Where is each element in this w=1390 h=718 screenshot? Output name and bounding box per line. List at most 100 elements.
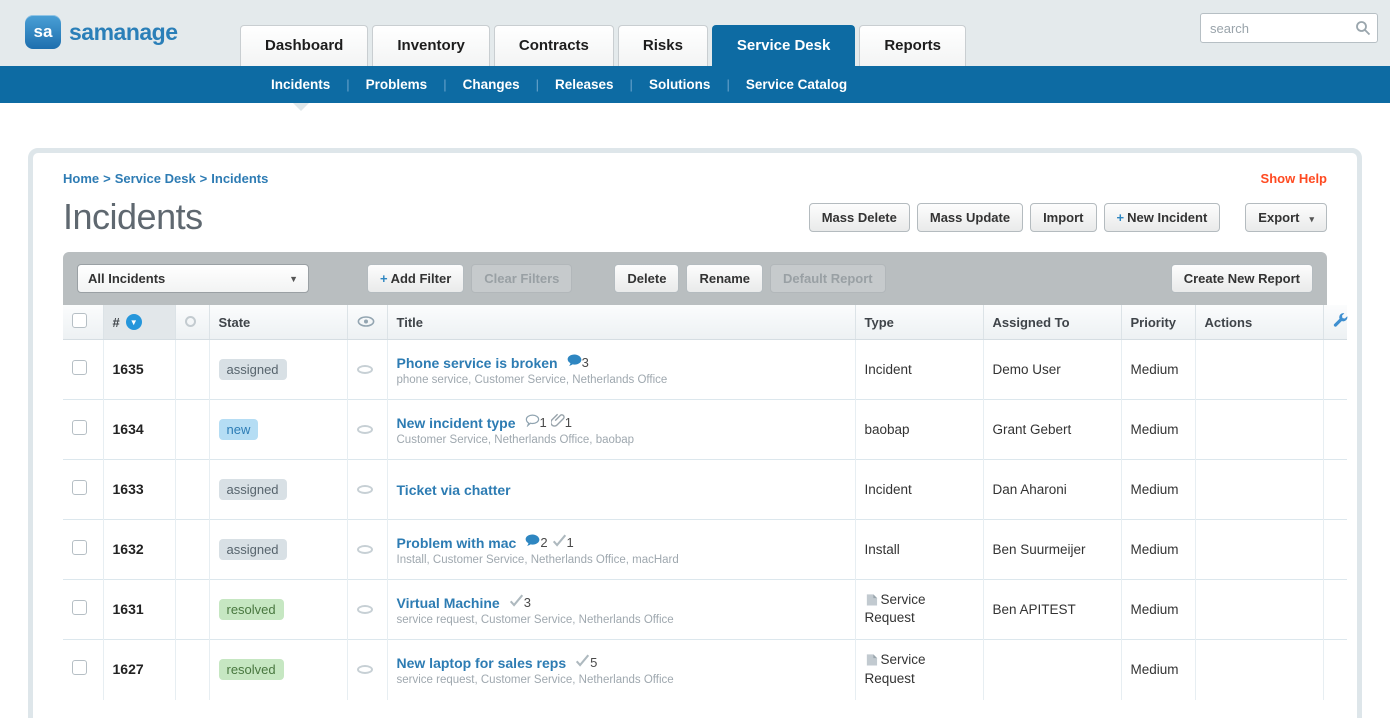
- watch-toggle-icon[interactable]: [357, 665, 373, 674]
- search-input[interactable]: [1200, 13, 1378, 43]
- incidents-table-body: 1635 assigned Phone service is broken 3 …: [63, 340, 1347, 700]
- incident-title-link[interactable]: Phone service is broken: [397, 355, 558, 371]
- priority-value: Medium: [1131, 602, 1179, 617]
- row-checkbox[interactable]: [72, 480, 87, 495]
- comment-outline-icon: [525, 414, 540, 427]
- column-assigned-to[interactable]: Assigned To: [983, 305, 1121, 340]
- select-all-checkbox[interactable]: [72, 313, 87, 328]
- rename-report-button[interactable]: Rename: [686, 264, 763, 293]
- row-checkbox[interactable]: [72, 420, 87, 435]
- incident-number: 1635: [113, 361, 144, 377]
- tab-dashboard[interactable]: Dashboard: [240, 25, 368, 66]
- breadcrumb-home[interactable]: Home: [63, 171, 99, 186]
- import-button[interactable]: Import: [1030, 203, 1096, 232]
- filter-select[interactable]: All Incidents ▼: [77, 264, 309, 293]
- title-icons: 3: [505, 594, 531, 612]
- subnav-solutions[interactable]: Solutions: [633, 66, 727, 103]
- incident-number: 1631: [113, 601, 144, 617]
- tab-risks[interactable]: Risks: [618, 25, 708, 66]
- filter-toolbar: All Incidents ▼ +Add Filter Clear Filter…: [63, 252, 1327, 305]
- row-checkbox[interactable]: [72, 540, 87, 555]
- watch-toggle-icon[interactable]: [357, 485, 373, 494]
- delete-report-button[interactable]: Delete: [614, 264, 679, 293]
- tab-reports[interactable]: Reports: [859, 25, 966, 66]
- new-incident-button[interactable]: +New Incident: [1104, 203, 1221, 232]
- state-badge: resolved: [219, 659, 284, 680]
- incidents-table: # ▼ State Title Type Assigned To Priority…: [63, 305, 1347, 700]
- wrench-cell: [1323, 460, 1347, 520]
- check-icon: [575, 654, 590, 667]
- tab-contracts[interactable]: Contracts: [494, 25, 614, 66]
- tab-inventory[interactable]: Inventory: [372, 25, 490, 66]
- page-title: Incidents: [63, 196, 203, 238]
- wrench-cell: [1323, 580, 1347, 640]
- title-icons: 5: [571, 654, 597, 672]
- column-state[interactable]: State: [209, 305, 347, 340]
- app-header: sa samanage Dashboard Inventory Contract…: [0, 0, 1390, 66]
- show-help-link[interactable]: Show Help: [1261, 171, 1327, 186]
- column-actions: Actions: [1195, 305, 1323, 340]
- paperclip-icon: [551, 413, 565, 427]
- column-title[interactable]: Title: [387, 305, 855, 340]
- watch-toggle-icon[interactable]: [357, 425, 373, 434]
- service-request-icon: [865, 593, 878, 611]
- table-row: 1635 assigned Phone service is broken 3 …: [63, 340, 1347, 400]
- table-row: 1633 assigned Ticket via chatter Inciden…: [63, 460, 1347, 520]
- subnav-service-catalog[interactable]: Service Catalog: [730, 66, 863, 103]
- incident-title-link[interactable]: Virtual Machine: [397, 595, 500, 611]
- create-new-report-button[interactable]: Create New Report: [1171, 264, 1313, 293]
- row-checkbox[interactable]: [72, 360, 87, 375]
- column-priority[interactable]: Priority: [1121, 305, 1195, 340]
- incident-title-link[interactable]: New laptop for sales reps: [397, 655, 567, 671]
- search-box: [1200, 13, 1378, 43]
- wrench-cell: [1323, 400, 1347, 460]
- export-button[interactable]: Export▾: [1245, 203, 1327, 232]
- sort-desc-icon[interactable]: ▼: [126, 314, 142, 330]
- row-checkbox[interactable]: [72, 600, 87, 615]
- assigned-to: Ben APITEST: [993, 602, 1076, 617]
- state-badge: assigned: [219, 479, 287, 500]
- tab-service-desk[interactable]: Service Desk: [712, 25, 855, 66]
- watch-toggle-icon[interactable]: [357, 545, 373, 554]
- incident-title-link[interactable]: New incident type: [397, 415, 516, 431]
- state-badge: resolved: [219, 599, 284, 620]
- assigned-to: Demo User: [993, 362, 1061, 377]
- mass-update-button[interactable]: Mass Update: [917, 203, 1023, 232]
- subnav-changes[interactable]: Changes: [447, 66, 536, 103]
- search-icon[interactable]: [1355, 20, 1371, 41]
- state-badge: new: [219, 419, 259, 440]
- icon-count: 1: [565, 415, 572, 430]
- wrench-icon[interactable]: [1333, 316, 1348, 331]
- incident-tags: Customer Service, Netherlands Office, ba…: [397, 434, 846, 446]
- subnav-problems[interactable]: Problems: [350, 66, 444, 103]
- incident-title-link[interactable]: Problem with mac: [397, 535, 517, 551]
- eye-icon: [357, 315, 375, 330]
- priority-value: Medium: [1131, 482, 1179, 497]
- incidents-panel: Home>Service Desk>Incidents Show Help In…: [28, 148, 1362, 718]
- row-checkbox[interactable]: [72, 660, 87, 675]
- breadcrumb-service-desk[interactable]: Service Desk: [115, 171, 196, 186]
- breadcrumb-incidents[interactable]: Incidents: [211, 171, 268, 186]
- actions-cell: [1195, 520, 1323, 580]
- priority-dot-cell: [175, 580, 209, 640]
- brand-logo[interactable]: sa samanage: [25, 15, 178, 49]
- column-id: #: [113, 315, 120, 330]
- plus-icon: +: [1117, 210, 1125, 225]
- watch-toggle-icon[interactable]: [357, 605, 373, 614]
- assigned-to: Grant Gebert: [993, 422, 1072, 437]
- mass-delete-button[interactable]: Mass Delete: [809, 203, 910, 232]
- comment-filled-icon: [567, 354, 582, 367]
- service-request-icon: [865, 653, 878, 671]
- actions-cell: [1195, 340, 1323, 400]
- add-filter-button[interactable]: +Add Filter: [367, 264, 464, 293]
- subnav-releases[interactable]: Releases: [539, 66, 630, 103]
- table-row: 1632 assigned Problem with mac 21 Instal…: [63, 520, 1347, 580]
- samanage-logo-icon: sa: [25, 15, 61, 49]
- subnav-incidents[interactable]: Incidents: [255, 66, 346, 103]
- check-icon: [552, 534, 567, 547]
- incident-title-link[interactable]: Ticket via chatter: [397, 482, 511, 498]
- watch-toggle-icon[interactable]: [357, 365, 373, 374]
- caret-down-icon: ▾: [1309, 214, 1314, 224]
- column-type[interactable]: Type: [855, 305, 983, 340]
- service-desk-subnav: Incidents | Problems | Changes | Release…: [0, 66, 1390, 103]
